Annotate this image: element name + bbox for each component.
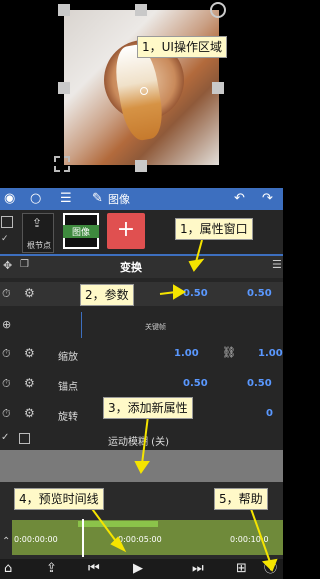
callout-property-window: 1，属性窗口 [175, 218, 253, 240]
callout-add-property: 3，添加新属性 [103, 397, 193, 419]
callout-help: 5，帮助 [214, 488, 268, 510]
callout-parameters: 2，参数 [80, 284, 134, 306]
callout-ui-area: 1，UI操作区域 [137, 36, 227, 58]
callout-preview-timeline: 4，预览时间线 [14, 488, 104, 510]
